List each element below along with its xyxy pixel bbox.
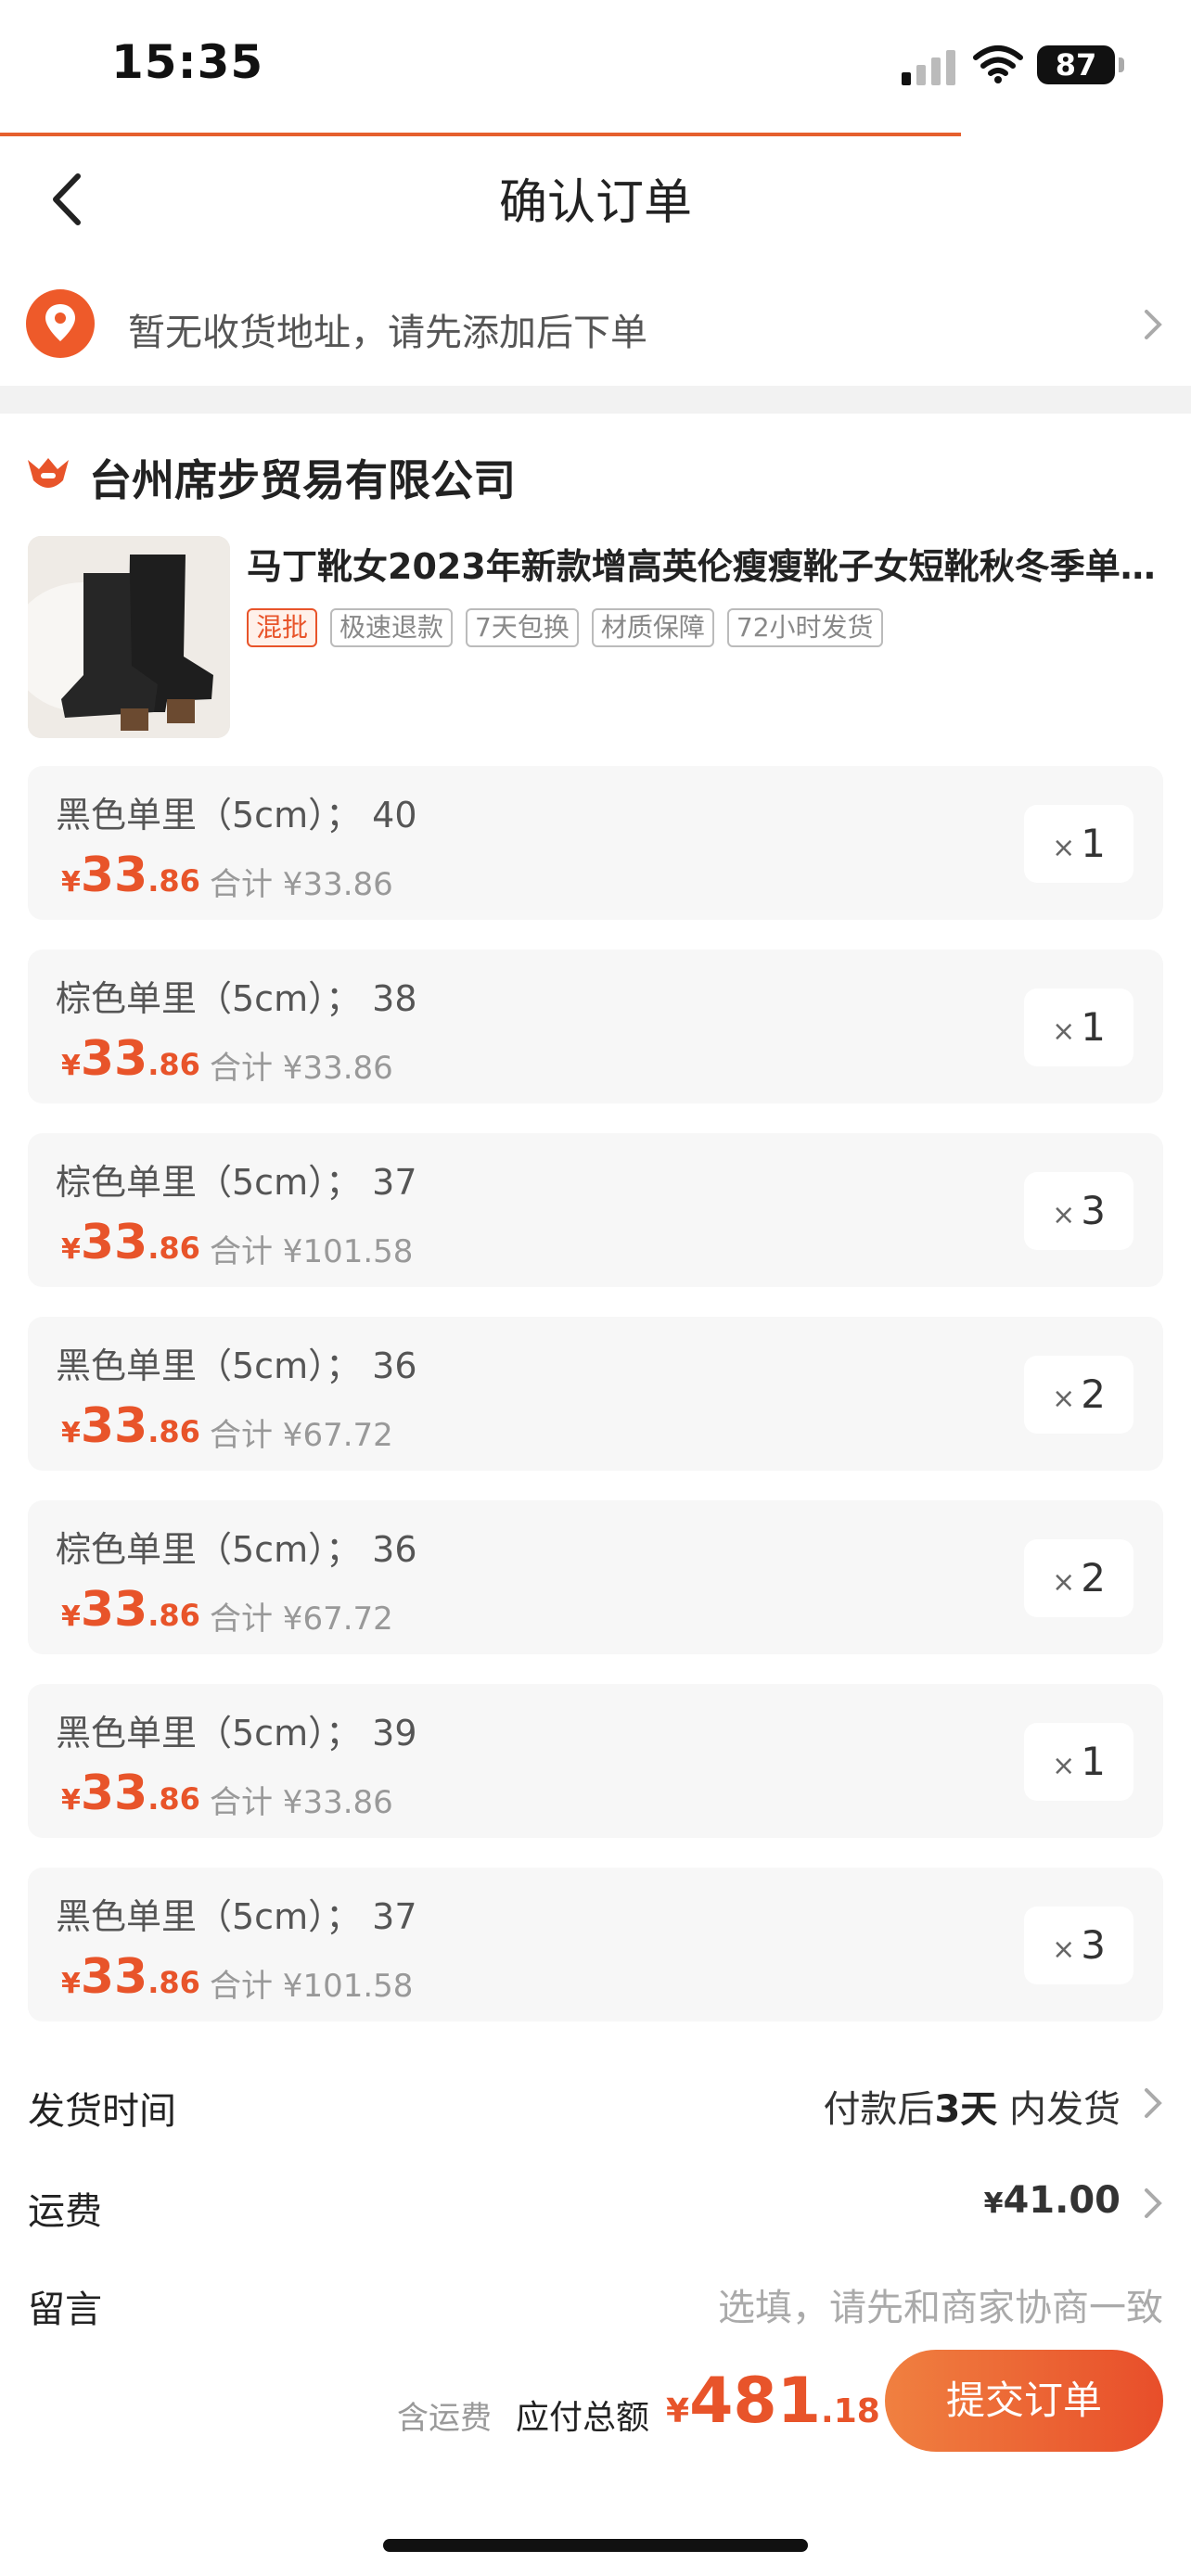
chevron-right-icon: [1145, 310, 1162, 339]
sku-card: 黑色单里（5cm）； 36 ¥33.86 合计 ¥67.72 × 2: [28, 1317, 1163, 1471]
freight-label: 运费: [28, 2190, 102, 2233]
sku-subtotal: 合计 ¥101.58: [210, 1968, 414, 2005]
section-divider: [0, 386, 1191, 414]
tag-material-guarantee: 材质保障: [591, 608, 714, 647]
quantity-box[interactable]: × 1: [1024, 1723, 1133, 1801]
total-amount: ¥481.18: [666, 2365, 880, 2438]
location-pin-icon: [26, 289, 95, 358]
sku-spec: 棕色单里（5cm）； 37: [56, 1162, 417, 1203]
shipping-time-label: 发货时间: [28, 2090, 176, 2133]
sku-unit-price: ¥33.86: [61, 848, 200, 903]
tag-mixed-wholesale: 混批: [247, 608, 318, 647]
quantity-box[interactable]: × 3: [1024, 1172, 1133, 1250]
status-time: 15:35: [111, 35, 264, 89]
sku-list: 黑色单里（5cm）； 40 ¥33.86 合计 ¥33.86 × 1 棕色单里（5…: [28, 766, 1163, 2051]
sku-card: 棕色单里（5cm）； 36 ¥33.86 合计 ¥67.72 × 2: [28, 1500, 1163, 1654]
wifi-icon: [973, 45, 1023, 83]
sku-card: 黑色单里（5cm）； 40 ¥33.86 合计 ¥33.86 × 1: [28, 766, 1163, 920]
sku-spec: 黑色单里（5cm）； 37: [56, 1896, 417, 1937]
battery-tip: [1119, 57, 1124, 72]
home-indicator[interactable]: [383, 2539, 808, 2552]
sku-subtotal: 合计 ¥67.72: [210, 1600, 393, 1638]
sku-subtotal: 合计 ¥33.86: [210, 1050, 393, 1087]
sku-unit-price: ¥33.86: [61, 1398, 200, 1454]
shop-name[interactable]: 台州席步贸易有限公司: [89, 447, 516, 508]
message-label: 留言: [28, 2289, 102, 2331]
shop-logo-icon: [28, 458, 69, 488]
quantity-box[interactable]: × 3: [1024, 1906, 1133, 1984]
page-load-progress: [0, 133, 961, 136]
sku-spec: 黑色单里（5cm）； 39: [56, 1713, 417, 1753]
sku-unit-price: ¥33.86: [61, 1766, 200, 1821]
sku-unit-price: ¥33.86: [61, 1582, 200, 1638]
address-prompt: 暂无收货地址，请先添加后下单: [128, 312, 647, 354]
product-title[interactable]: 马丁靴女2023年新款增高英伦瘦瘦靴子女短靴秋冬季单…: [247, 538, 1161, 589]
sku-card: 棕色单里（5cm）； 37 ¥33.86 合计 ¥101.58 × 3: [28, 1133, 1163, 1287]
submit-order-button[interactable]: 提交订单: [885, 2350, 1163, 2452]
sku-subtotal: 合计 ¥67.72: [210, 1417, 393, 1454]
tag-7day-exchange: 7天包换: [466, 608, 579, 647]
chevron-right-icon: [1145, 2088, 1162, 2118]
sku-subtotal: 合计 ¥33.86: [210, 1784, 393, 1821]
quantity-box[interactable]: × 2: [1024, 1539, 1133, 1617]
sku-spec: 棕色单里（5cm）； 38: [56, 978, 417, 1019]
sku-subtotal: 合计 ¥101.58: [210, 1233, 414, 1270]
sku-card: 黑色单里（5cm）； 39 ¥33.86 合计 ¥33.86 × 1: [28, 1684, 1163, 1838]
page-title: 确认订单: [498, 175, 692, 231]
total-label: 应付总额: [516, 2399, 650, 2437]
quantity-box[interactable]: × 1: [1024, 988, 1133, 1066]
tag-fast-refund: 极速退款: [330, 608, 454, 647]
sku-unit-price: ¥33.86: [61, 1949, 200, 2005]
sku-spec: 黑色单里（5cm）； 40: [56, 795, 417, 835]
quantity-box[interactable]: × 1: [1024, 805, 1133, 883]
status-bar: 15:35 87: [0, 0, 1191, 130]
chevron-right-icon: [1145, 2188, 1162, 2218]
freight-included-note: 含运费: [397, 2400, 492, 2437]
sku-spec: 黑色单里（5cm）； 36: [56, 1345, 417, 1386]
sku-card: 棕色单里（5cm）； 38 ¥33.86 合计 ¥33.86 × 1: [28, 950, 1163, 1103]
sku-card: 黑色单里（5cm）； 37 ¥33.86 合计 ¥101.58 × 3: [28, 1868, 1163, 2021]
cellular-signal-icon: [902, 50, 955, 85]
message-input[interactable]: 选填，请先和商家协商一致: [718, 2277, 1163, 2331]
shipping-time-value: 付款后3天 内发货: [823, 2088, 1121, 2131]
sku-subtotal: 合计 ¥33.86: [210, 866, 393, 903]
sku-unit-price: ¥33.86: [61, 1031, 200, 1087]
product-tags: 混批 极速退款 7天包换 材质保障 72小时发货: [247, 608, 883, 647]
sku-unit-price: ¥33.86: [61, 1215, 200, 1270]
tag-72h-shipping: 72小时发货: [726, 608, 883, 647]
sku-spec: 棕色单里（5cm）； 36: [56, 1529, 417, 1570]
freight-value: ¥41.00: [983, 2179, 1121, 2222]
product-thumbnail[interactable]: [28, 536, 230, 738]
quantity-box[interactable]: × 2: [1024, 1356, 1133, 1434]
battery-level: 87: [1037, 45, 1115, 84]
